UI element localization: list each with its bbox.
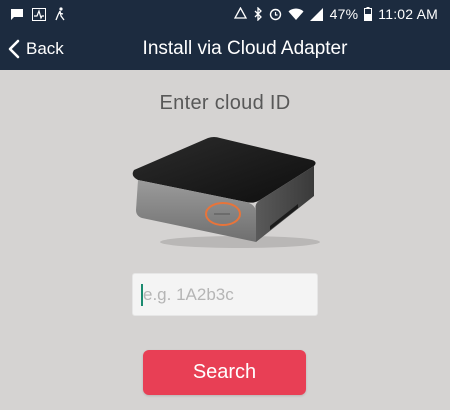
status-bar: 47% 11:02 AM bbox=[0, 0, 450, 28]
recycle-icon bbox=[233, 7, 248, 21]
status-left-icons bbox=[0, 7, 66, 21]
battery-percent: 47% bbox=[329, 6, 359, 22]
cloud-adapter-image bbox=[132, 137, 320, 248]
back-label: Back bbox=[26, 39, 64, 58]
text-caret bbox=[141, 284, 143, 306]
search-button[interactable]: Search bbox=[143, 350, 306, 395]
chevron-left-icon bbox=[8, 39, 20, 59]
chat-icon bbox=[10, 8, 24, 21]
signal-icon bbox=[309, 7, 324, 21]
cloud-id-input[interactable] bbox=[132, 273, 318, 316]
page-title: Install via Cloud Adapter bbox=[142, 38, 348, 59]
walk-icon bbox=[54, 7, 66, 21]
nav-bar: Install via Cloud Adapter Back bbox=[0, 28, 450, 70]
pulse-icon bbox=[32, 7, 46, 21]
wifi-icon bbox=[288, 8, 304, 21]
status-right-icons: 47% 11:02 AM bbox=[233, 6, 450, 22]
status-time: 11:02 AM bbox=[378, 6, 438, 22]
alarm-icon bbox=[269, 7, 282, 21]
back-button[interactable]: Back bbox=[8, 28, 64, 70]
bluetooth-icon bbox=[254, 7, 263, 21]
enter-cloud-id-heading: Enter cloud ID bbox=[159, 92, 291, 114]
battery-icon bbox=[364, 7, 373, 21]
